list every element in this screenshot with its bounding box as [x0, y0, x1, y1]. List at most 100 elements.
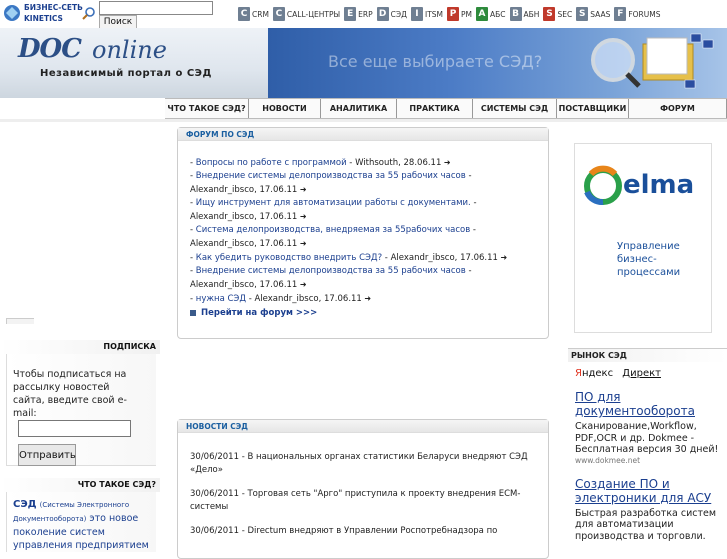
market-header: РЫНОК СЭД	[568, 348, 727, 362]
portal-link-call-центры[interactable]: C CALL-ЦЕНТРЫ	[272, 6, 340, 22]
kinetics-logo-icon[interactable]	[2, 3, 22, 23]
news-header: НОВОСТИ СЭД	[178, 420, 548, 433]
ad-title-link[interactable]: ПО для документооборота	[575, 390, 723, 418]
portal-link-label: АБС	[490, 9, 506, 19]
left-column: ПОДПИСКА Чтобы подписаться на рассылку н…	[0, 122, 160, 552]
nav-item[interactable]: ПРАКТИКА	[397, 99, 473, 118]
logo-online: online	[92, 36, 167, 64]
portal-letter-icon: A	[476, 7, 489, 21]
forum-meta: Alexandr_ibsco, 17.06.11	[190, 185, 298, 195]
logo-doc: DOC	[18, 34, 82, 64]
portal-letter-icon: P	[447, 7, 460, 21]
forum-row: - Внедрение системы делопроизводства за …	[190, 171, 472, 195]
search-input[interactable]	[99, 1, 213, 15]
ad-url[interactable]: www.dokmee.net	[575, 456, 723, 465]
logo-tagline: Независимый портал о СЭД	[40, 68, 212, 79]
nav-item[interactable]: АНАЛИТИКА	[321, 99, 397, 118]
portal-link-saas[interactable]: S SAAS	[576, 6, 610, 22]
portal-link-itsm[interactable]: I ITSM	[410, 6, 443, 22]
nav-item[interactable]: ЧТО ТАКОЕ СЭД?	[165, 99, 249, 118]
portal-link-forums[interactable]: F FORUMS	[614, 6, 661, 22]
portal-link-label: CRM	[252, 9, 269, 19]
portal-link-сэд[interactable]: D СЭД	[376, 6, 407, 22]
portal-link-label: PM	[461, 9, 473, 19]
forum-row: - нужна СЭД - Alexandr_ibsco, 17.06.11 ➜	[190, 294, 372, 304]
portal-links: C CRM C CALL-ЦЕНТРЫ E ERP D СЭД I ITSM P PM A АБС B АБН…	[238, 6, 661, 22]
news-link[interactable]: Directum внедряют в Управлении Роспотреб…	[247, 526, 497, 536]
ad-text: Сканирование,Workflow, PDF,OCR и др. Dok…	[575, 421, 719, 455]
portal-link-pm[interactable]: P PM	[447, 6, 472, 22]
list-bullet-icon	[190, 309, 196, 316]
forum-topic-link[interactable]: Вопросы по работе с программой	[196, 158, 347, 168]
yandex-ads: ПО для документооборота Сканирование,Work…	[575, 390, 723, 554]
what-is-sed-header: ЧТО ТАКОЕ СЭД?	[0, 478, 160, 492]
portal-letter-icon: I	[410, 7, 423, 21]
forum-topic-link[interactable]: Внедрение системы делопроизводства за 55…	[196, 266, 466, 276]
forum-more[interactable]: Перейти на форум >>>	[190, 308, 317, 318]
forum-topic-link[interactable]: Система делопроизводства, внедряемая за …	[196, 225, 470, 235]
portal-link-erp[interactable]: E ERP	[344, 6, 373, 22]
folder-magnifier-icon	[591, 33, 714, 89]
nav-item[interactable]: ПОСТАВЩИКИ	[557, 99, 629, 118]
go-arrow-icon[interactable]: ➜	[297, 212, 307, 221]
email-field[interactable]	[18, 420, 131, 437]
forum-topic-link[interactable]: нужна СЭД	[196, 294, 246, 304]
news-row: 30/06/2011 - Торговая сеть "Арго" присту…	[190, 489, 521, 512]
forum-meta: Alexandr_ibsco, 17.06.11	[390, 253, 498, 263]
banner-graphic: Все еще выбираете СЭД?	[268, 28, 727, 98]
what-is-sed-box: СЭД (Системы Электронного Документооборо…	[6, 492, 156, 552]
direct-link[interactable]: Директ	[622, 368, 661, 379]
sed-term-link[interactable]: СЭД	[13, 499, 37, 510]
ad-title-link[interactable]: Создание ПО и электроники для АСУ	[575, 477, 723, 505]
forum-meta: Alexandr_ibsco, 17.06.11	[190, 280, 298, 290]
go-arrow-icon[interactable]: ➜	[498, 253, 507, 262]
portal-letter-icon: S	[576, 7, 589, 21]
header-banner: DOC online Независимый портал о СЭД Все …	[0, 28, 727, 98]
forum-meta: Withsouth, 28.06.11	[355, 158, 442, 168]
elma-ad[interactable]: elma Управление бизнес- процессами	[574, 143, 712, 333]
portal-link-абс[interactable]: A АБС	[476, 6, 506, 22]
portal-link-label: FORUMS	[628, 9, 661, 19]
ad-item: Создание ПО и электроники для АСУ Быстрая…	[575, 477, 723, 543]
forum-row: - Внедрение системы делопроизводства за …	[190, 266, 472, 290]
news-row: 30/06/2011 - В национальных органах стат…	[190, 452, 528, 475]
forum-topic-link[interactable]: Ищу инструмент для автоматизации работы …	[196, 198, 471, 208]
elma-brand: elma	[623, 170, 695, 200]
logo-area[interactable]: DOC online Независимый портал о СЭД	[0, 28, 268, 98]
news-date: 30/06/2011	[190, 452, 239, 462]
go-arrow-icon[interactable]: ➜	[362, 294, 371, 303]
portal-link-label: SAAS	[590, 9, 611, 19]
subscribe-text: Чтобы подписаться на рассылку новостей с…	[13, 369, 127, 419]
business-network-link[interactable]: БИЗНЕС-СЕТЬ KINETICS	[24, 2, 83, 24]
search-button[interactable]: Поиск	[99, 15, 137, 29]
subscribe-button[interactable]: Отправить	[18, 444, 76, 466]
portal-letter-icon: C	[272, 7, 285, 21]
forum-more-link[interactable]: Перейти на форум >>>	[201, 308, 317, 318]
forum-meta: Alexandr_ibsco, 17.06.11	[190, 212, 298, 222]
news-panel: НОВОСТИ СЭД 30/06/2011 - В национальных …	[177, 419, 549, 559]
right-column: elma Управление бизнес- процессами РЫНОК…	[568, 122, 727, 545]
forum-list: - Вопросы по работе с программой - Withs…	[178, 141, 548, 306]
forum-row: - Система делопроизводства, внедряемая з…	[190, 225, 477, 249]
portal-letter-icon: D	[376, 7, 389, 21]
forum-topic-link[interactable]: Внедрение системы делопроизводства за 55…	[196, 171, 466, 181]
subscribe-box: Чтобы подписаться на рассылку новостей с…	[6, 354, 156, 466]
portal-link-sec[interactable]: S SEC	[543, 6, 572, 22]
go-arrow-icon[interactable]: ➜	[441, 158, 451, 167]
go-arrow-icon[interactable]: ➜	[297, 280, 307, 289]
yandex-y: Я	[575, 368, 582, 379]
nav-item[interactable]: НОВОСТИ	[249, 99, 321, 118]
yandex-direct[interactable]: Яндекс Директ	[575, 368, 661, 379]
portal-link-абн[interactable]: B АБН	[509, 6, 539, 22]
nav-item[interactable]: ФОРУМ	[629, 99, 727, 118]
forum-row: - Ищу инструмент для автоматизации работ…	[190, 198, 477, 222]
go-arrow-icon[interactable]: ➜	[297, 185, 307, 194]
forum-meta: Alexandr_ibsco, 17.06.11	[190, 239, 298, 249]
nav-item[interactable]: СИСТЕМЫ СЭД	[473, 99, 557, 118]
portal-letter-icon: E	[344, 7, 357, 21]
portal-letter-icon: B	[509, 7, 522, 21]
forum-topic-link[interactable]: Как убедить руководство внедрить СЭД?	[196, 253, 382, 263]
portal-link-crm[interactable]: C CRM	[238, 6, 269, 22]
news-date: 30/06/2011	[190, 489, 239, 499]
go-arrow-icon[interactable]: ➜	[297, 239, 307, 248]
